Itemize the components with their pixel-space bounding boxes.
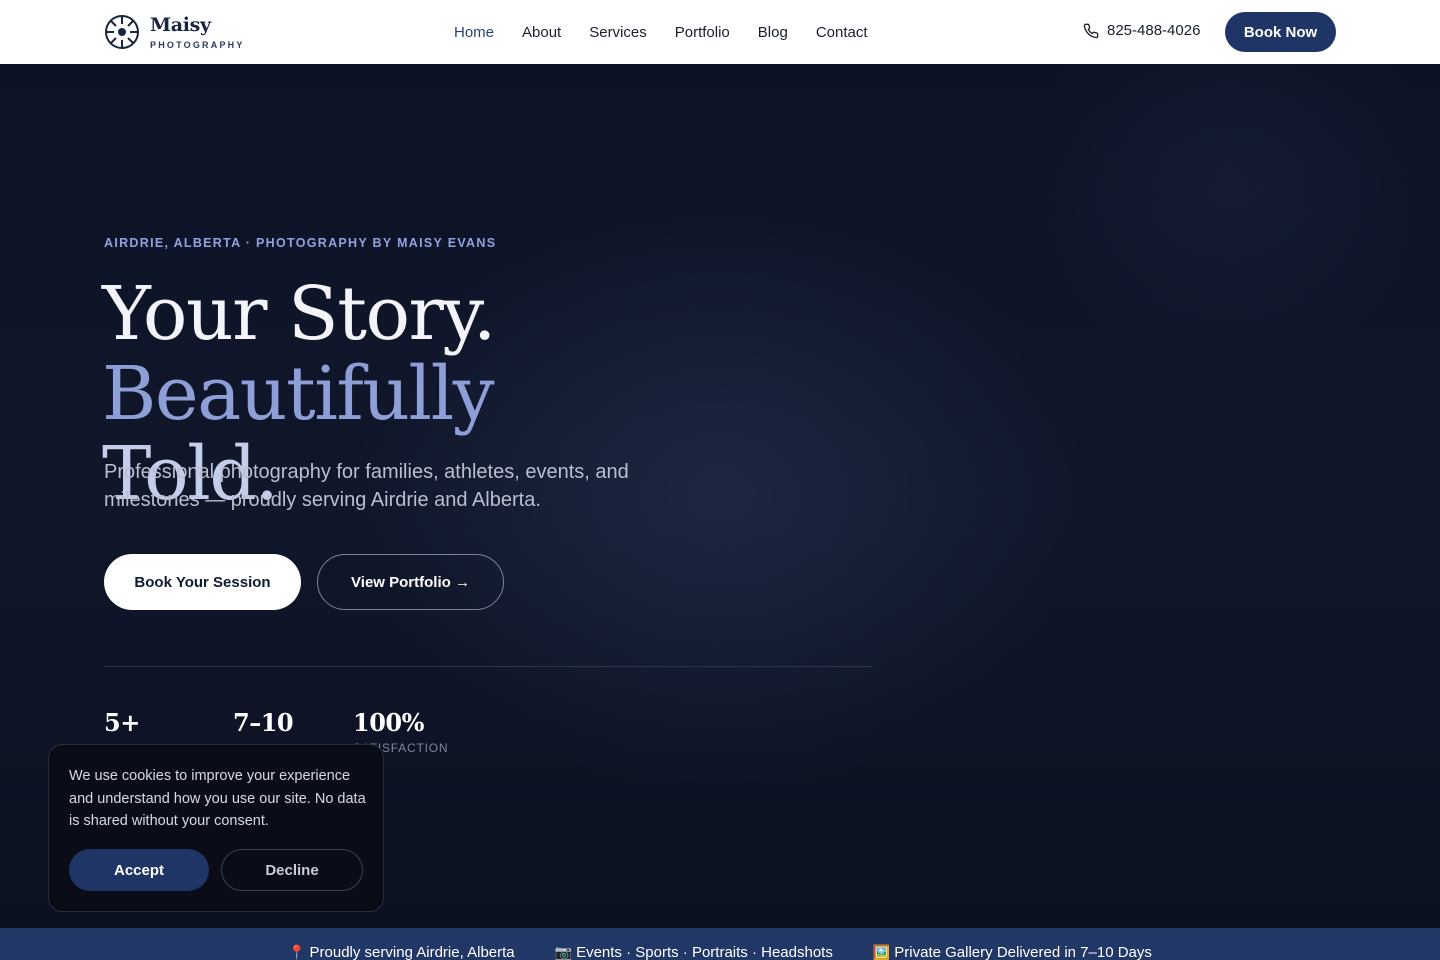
stat-years: 5+ [104,708,140,741]
nav-blog[interactable]: Blog [758,24,788,41]
stat-value: 100% [353,708,424,737]
nav-home[interactable]: Home [454,24,494,41]
nav-portfolio[interactable]: Portfolio [675,24,730,41]
camera-icon: 📷 [554,943,573,960]
ribbon-item-services: 📷 Events · Sports · Portraits · Headshot… [555,944,833,960]
nav-services[interactable]: Services [589,24,647,41]
headline-part-1: Your Story. [102,271,496,357]
ribbon-text: Private Gallery Delivered in 7–10 Days [894,943,1152,960]
nav-contact[interactable]: Contact [816,24,868,41]
phone-link[interactable]: 825-488-4026 [1083,22,1200,39]
cookie-banner: We use cookies to improve your experienc… [48,744,384,912]
main-nav: Home About Services Portfolio Blog Conta… [454,0,868,64]
hero-divider [104,666,872,667]
cookie-message: We use cookies to improve your experienc… [69,768,366,829]
stat-delivery-days: 7–10 [233,708,294,741]
view-portfolio-button[interactable]: View Portfolio → [317,554,504,610]
site-header: Maisy PHOTOGRAPHY Home About Services Po… [0,0,1440,64]
book-session-button[interactable]: Book Your Session [104,554,301,610]
phone-number: 825-488-4026 [1107,22,1201,39]
pin-icon: 📍 [288,943,306,960]
brand-logo[interactable]: Maisy PHOTOGRAPHY [104,14,245,50]
phone-icon [1083,23,1099,38]
hero-subtitle: Professional photography for families, a… [104,461,629,511]
ribbon-item-delivery: 🖼️ Private Gallery Delivered in 7–10 Day… [873,944,1152,960]
ribbon-text: Proudly serving Airdrie, Alberta [309,943,515,960]
ribbon-text: Events · Sports · Portraits · Headshots [576,943,833,960]
aperture-logo-icon [105,15,139,49]
cookie-accept-button[interactable]: Accept [69,849,209,891]
book-now-button[interactable]: Book Now [1225,12,1336,52]
stat-value: 5+ [104,708,140,737]
cookie-decline-button[interactable]: Decline [221,849,363,891]
gallery-icon: 🖼️ [872,943,891,960]
info-ribbon: 📍 Proudly serving Airdrie, Alberta 📷 Eve… [0,928,1440,960]
brand-name: Maisy [150,13,211,36]
nav-about[interactable]: About [522,24,561,41]
brand-tagline: PHOTOGRAPHY [150,39,245,50]
hero-eyebrow: AIRDRIE, ALBERTA · PHOTOGRAPHY BY MAISY … [104,236,497,250]
stat-value: 7–10 [233,708,294,737]
ribbon-item-location: 📍 Proudly serving Airdrie, Alberta [288,944,515,960]
headline-part-2: Beautifully [102,351,495,437]
